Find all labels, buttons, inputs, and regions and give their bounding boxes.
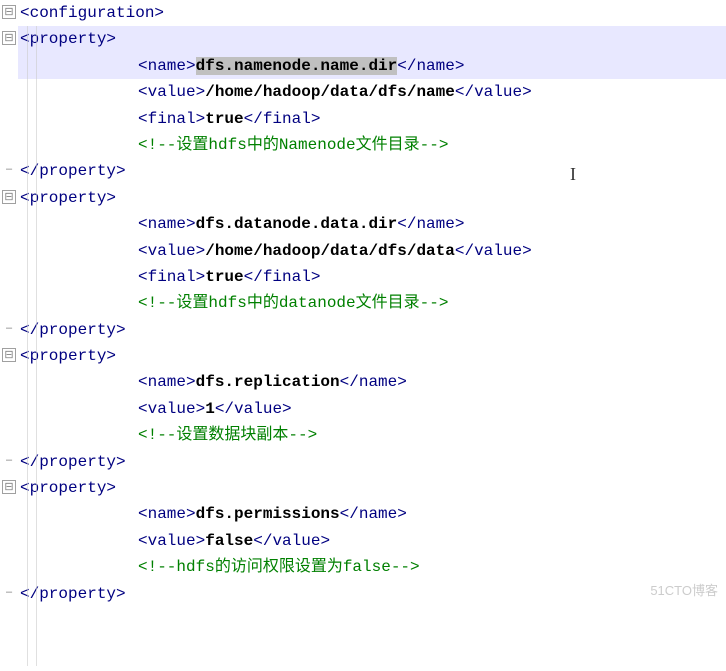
fold-end-icon: – xyxy=(2,163,16,177)
fold-gutter: ⊟ ⊟ – ⊟ – ⊟ – ⊟ – xyxy=(0,0,18,607)
code-line[interactable]: <property> xyxy=(18,343,726,369)
code-line[interactable]: <value>/home/hadoop/data/dfs/data</value… xyxy=(18,238,726,264)
code-line[interactable]: <property> xyxy=(18,475,726,501)
text-cursor-icon: I xyxy=(570,160,576,190)
code-line[interactable]: </property> xyxy=(18,449,726,475)
code-line[interactable]: <property> xyxy=(18,185,726,211)
fold-minus-icon[interactable]: ⊟ xyxy=(2,31,16,45)
code-line[interactable]: <name>dfs.namenode.name.dir</name> xyxy=(18,53,726,79)
code-line[interactable]: <property> xyxy=(18,26,726,52)
code-line[interactable]: </property> xyxy=(18,581,726,607)
fold-minus-icon[interactable]: ⊟ xyxy=(2,190,16,204)
fold-minus-icon[interactable]: ⊟ xyxy=(2,348,16,362)
code-line[interactable]: <!--设置hdfs中的datanode文件目录--> xyxy=(18,290,726,316)
code-line[interactable]: <configuration> xyxy=(18,0,726,26)
selected-text[interactable]: dfs.namenode.name.dir xyxy=(196,57,398,75)
fold-end-icon: – xyxy=(2,586,16,600)
code-line[interactable]: <final>true</final> xyxy=(18,106,726,132)
fold-end-icon: – xyxy=(2,454,16,468)
code-line[interactable]: <name>dfs.permissions</name> xyxy=(18,501,726,527)
code-line[interactable]: </property> I xyxy=(18,158,726,184)
code-line[interactable]: <final>true</final> xyxy=(18,264,726,290)
watermark-text: 51CTO博客 xyxy=(650,580,718,601)
fold-end-icon: – xyxy=(2,322,16,336)
code-line[interactable]: <name>dfs.datanode.data.dir</name> xyxy=(18,211,726,237)
code-line[interactable]: <!--设置hdfs中的Namenode文件目录--> xyxy=(18,132,726,158)
code-line[interactable]: <!--hdfs的访问权限设置为false--> xyxy=(18,554,726,580)
code-area[interactable]: <configuration> <property> <name>dfs.nam… xyxy=(18,0,726,607)
code-editor[interactable]: ⊟ ⊟ – ⊟ – ⊟ – ⊟ – <configuration> <prope… xyxy=(0,0,726,607)
code-line[interactable]: <value>/home/hadoop/data/dfs/name</value… xyxy=(18,79,726,105)
fold-minus-icon[interactable]: ⊟ xyxy=(2,5,16,19)
code-line[interactable]: <value>1</value> xyxy=(18,396,726,422)
code-line[interactable]: <value>false</value> xyxy=(18,528,726,554)
code-line[interactable]: </property> xyxy=(18,317,726,343)
fold-minus-icon[interactable]: ⊟ xyxy=(2,480,16,494)
code-line[interactable]: <!--设置数据块副本--> xyxy=(18,422,726,448)
code-line[interactable]: <name>dfs.replication</name> xyxy=(18,369,726,395)
